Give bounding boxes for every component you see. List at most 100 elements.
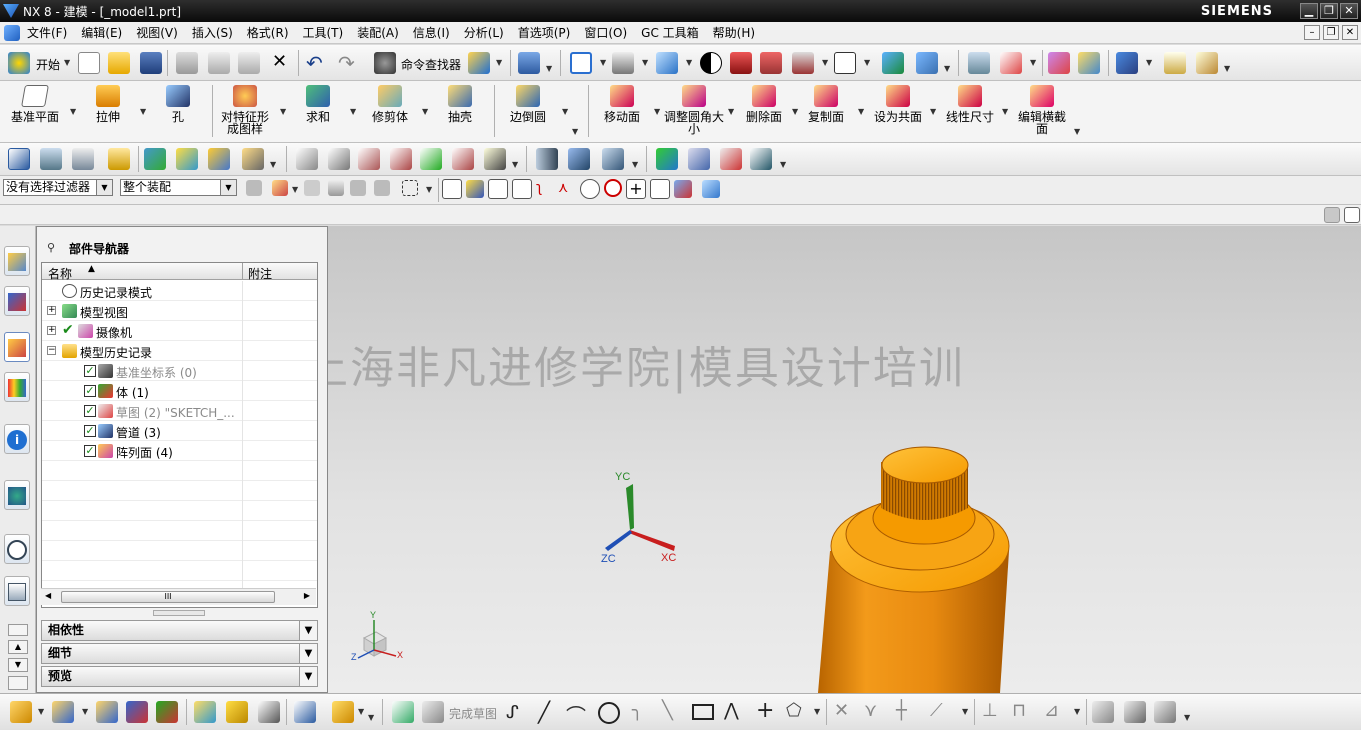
selection-tools-dropdown-icon[interactable]: ▼ bbox=[546, 64, 552, 73]
tree-horizontal-scrollbar[interactable]: ◀ III ▶ bbox=[41, 588, 316, 605]
pipe-icon[interactable] bbox=[568, 148, 590, 170]
part-navigator-tab[interactable] bbox=[4, 332, 30, 362]
render-style-icon[interactable] bbox=[700, 52, 722, 74]
info-tab[interactable]: i bbox=[4, 424, 30, 454]
save-icon[interactable] bbox=[140, 52, 162, 74]
gear-icon[interactable] bbox=[602, 148, 624, 170]
details-panel-header[interactable]: 细节 ▼ bbox=[41, 643, 318, 664]
tree-row-cameras[interactable]: + ✔ 摄像机 bbox=[42, 321, 317, 341]
line-icon[interactable]: ╱ bbox=[538, 700, 550, 724]
trim-dropdown-icon[interactable]: ▼ bbox=[422, 107, 428, 116]
select-body-icon[interactable] bbox=[328, 180, 344, 196]
shell-button[interactable]: 抽壳 bbox=[436, 85, 484, 137]
add-component-icon[interactable] bbox=[208, 148, 230, 170]
process-studio-tab[interactable] bbox=[4, 576, 30, 606]
edit-object-display-icon[interactable] bbox=[1048, 52, 1070, 74]
visibility-checkbox[interactable]: ✓ bbox=[84, 425, 96, 437]
menu-view[interactable]: 视图(V) bbox=[129, 24, 185, 41]
rectangle-dropdown-icon[interactable]: ▼ bbox=[426, 185, 432, 194]
background-dropdown-icon[interactable]: ▼ bbox=[864, 58, 870, 67]
expand-icon[interactable]: + bbox=[47, 326, 56, 335]
wave-dropdown-icon[interactable]: ▼ bbox=[358, 707, 364, 716]
quick-extend-icon[interactable]: ⋎ bbox=[864, 700, 877, 721]
rotate-view-icon[interactable] bbox=[612, 52, 634, 74]
selection-priority-icon[interactable] bbox=[272, 180, 288, 196]
convert-reference-icon[interactable] bbox=[1092, 701, 1114, 723]
snap-point-icon[interactable] bbox=[442, 179, 462, 199]
resource-scroll-up-icon[interactable]: ▲ bbox=[8, 640, 28, 654]
sequence-icon[interactable] bbox=[294, 701, 316, 723]
assembly-dropdown-icon[interactable]: ▼ bbox=[496, 58, 502, 67]
graphics-window[interactable]: 上海非凡进修学院|模具设计培训 YC ZC XC Y Z X bbox=[328, 226, 1361, 693]
menu-analysis[interactable]: 分析(L) bbox=[457, 24, 511, 41]
undo-icon[interactable]: ↶ bbox=[306, 51, 323, 75]
menu-tools[interactable]: 工具(T) bbox=[296, 24, 351, 41]
shape-icon[interactable]: ⬠ bbox=[786, 700, 802, 721]
sketch-icon[interactable] bbox=[392, 701, 414, 723]
resize-blend-button[interactable]: 调整圆角大小 bbox=[664, 85, 724, 137]
extrude-button[interactable]: 拉伸 bbox=[84, 85, 132, 137]
delete-icon[interactable]: ✕ bbox=[272, 53, 287, 71]
snap-control-icon[interactable]: ʅ bbox=[536, 180, 554, 198]
command-finder-icon[interactable] bbox=[374, 52, 396, 74]
menu-edit[interactable]: 编辑(E) bbox=[74, 24, 129, 41]
check-icon[interactable] bbox=[656, 148, 678, 170]
pattern-dropdown-icon[interactable]: ▼ bbox=[280, 107, 286, 116]
wireframe-icon[interactable] bbox=[792, 52, 814, 74]
tree-row-body[interactable]: ✓ 体 (1) bbox=[42, 381, 317, 401]
csys-tool-icon[interactable] bbox=[750, 148, 772, 170]
web-browser-tab[interactable] bbox=[4, 480, 30, 510]
finish-sketch-button[interactable]: 完成草图 bbox=[449, 705, 497, 722]
menu-info[interactable]: 信息(I) bbox=[406, 24, 457, 41]
menu-assembly[interactable]: 装配(A) bbox=[350, 24, 406, 41]
expand-icon[interactable]: + bbox=[47, 306, 56, 315]
app-menu-icon[interactable] bbox=[4, 24, 20, 41]
snap-on-face-icon[interactable] bbox=[674, 180, 692, 198]
edge-blend-button[interactable]: 边倒圆 bbox=[502, 85, 554, 137]
sketch-more-dropdown-icon[interactable]: ▼ bbox=[1184, 713, 1190, 722]
pattern-feature-button[interactable]: 对特征形成图样 bbox=[216, 85, 274, 137]
snap-quadrant-icon[interactable] bbox=[604, 179, 622, 197]
menu-window[interactable]: 窗口(O) bbox=[577, 24, 634, 41]
history-tab[interactable] bbox=[4, 534, 30, 564]
spring-icon[interactable] bbox=[536, 148, 558, 170]
finish-sketch-icon[interactable] bbox=[422, 701, 444, 723]
linear-dimension-button[interactable]: 线性尺寸 bbox=[942, 85, 998, 137]
menu-preferences[interactable]: 首选项(P) bbox=[511, 24, 578, 41]
snap-on-curve-icon[interactable] bbox=[650, 179, 670, 199]
datum-plane-button[interactable]: 基准平面 bbox=[6, 85, 64, 137]
tree-row-datum-csys[interactable]: ✓ 基准坐标系 (0) bbox=[42, 361, 317, 381]
cut-icon[interactable] bbox=[176, 52, 198, 74]
surface-5-icon[interactable] bbox=[420, 148, 442, 170]
component-array-icon[interactable] bbox=[194, 701, 216, 723]
wcs-dropdown-icon[interactable]: ▼ bbox=[1030, 58, 1036, 67]
scroll-right-icon[interactable]: ▶ bbox=[304, 591, 310, 600]
general-select-icon[interactable] bbox=[246, 180, 262, 196]
clipping-dropdown-icon[interactable]: ▼ bbox=[944, 64, 950, 73]
surface-3-icon[interactable] bbox=[358, 148, 380, 170]
priority-dropdown-icon[interactable]: ▼ bbox=[292, 185, 298, 194]
annotation-dropdown-icon[interactable]: ▼ bbox=[270, 160, 276, 169]
open-folder-icon[interactable] bbox=[108, 52, 130, 74]
dependencies-panel-header[interactable]: 相依性 ▼ bbox=[41, 620, 318, 641]
rectangle-icon[interactable] bbox=[692, 704, 714, 720]
snap-intersection-icon[interactable]: ⋏ bbox=[558, 180, 576, 198]
visibility-checkbox[interactable]: ✓ bbox=[84, 365, 96, 377]
quick-trim-icon[interactable]: ✕ bbox=[834, 700, 849, 721]
feature-more-dropdown-icon[interactable]: ▼ bbox=[572, 127, 578, 136]
resource-scroll-down-icon[interactable]: ▼ bbox=[8, 658, 28, 672]
tree-row-model-history[interactable]: − 模型历史记录 bbox=[42, 341, 317, 361]
snap-midpoint-icon[interactable] bbox=[512, 179, 532, 199]
assembly-more-dropdown-icon[interactable]: ▼ bbox=[368, 713, 374, 722]
auto-constrain-icon[interactable]: ⊿ bbox=[1044, 700, 1059, 721]
render-dropdown-icon[interactable]: ▼ bbox=[822, 58, 828, 67]
macro-dropdown-icon[interactable]: ▼ bbox=[1146, 58, 1152, 67]
fit-view-icon[interactable] bbox=[570, 52, 592, 74]
fillet-icon[interactable]: ╮ bbox=[632, 700, 643, 721]
measure-dropdown-icon[interactable]: ▼ bbox=[1224, 64, 1230, 73]
layer-icon[interactable] bbox=[40, 148, 62, 170]
restore-button[interactable]: ❐ bbox=[1320, 3, 1338, 19]
delete-face-button[interactable]: 删除面 bbox=[740, 85, 788, 137]
show-hide-icon[interactable] bbox=[1078, 52, 1100, 74]
offset-curve-icon[interactable]: ⟋ bbox=[930, 700, 943, 721]
